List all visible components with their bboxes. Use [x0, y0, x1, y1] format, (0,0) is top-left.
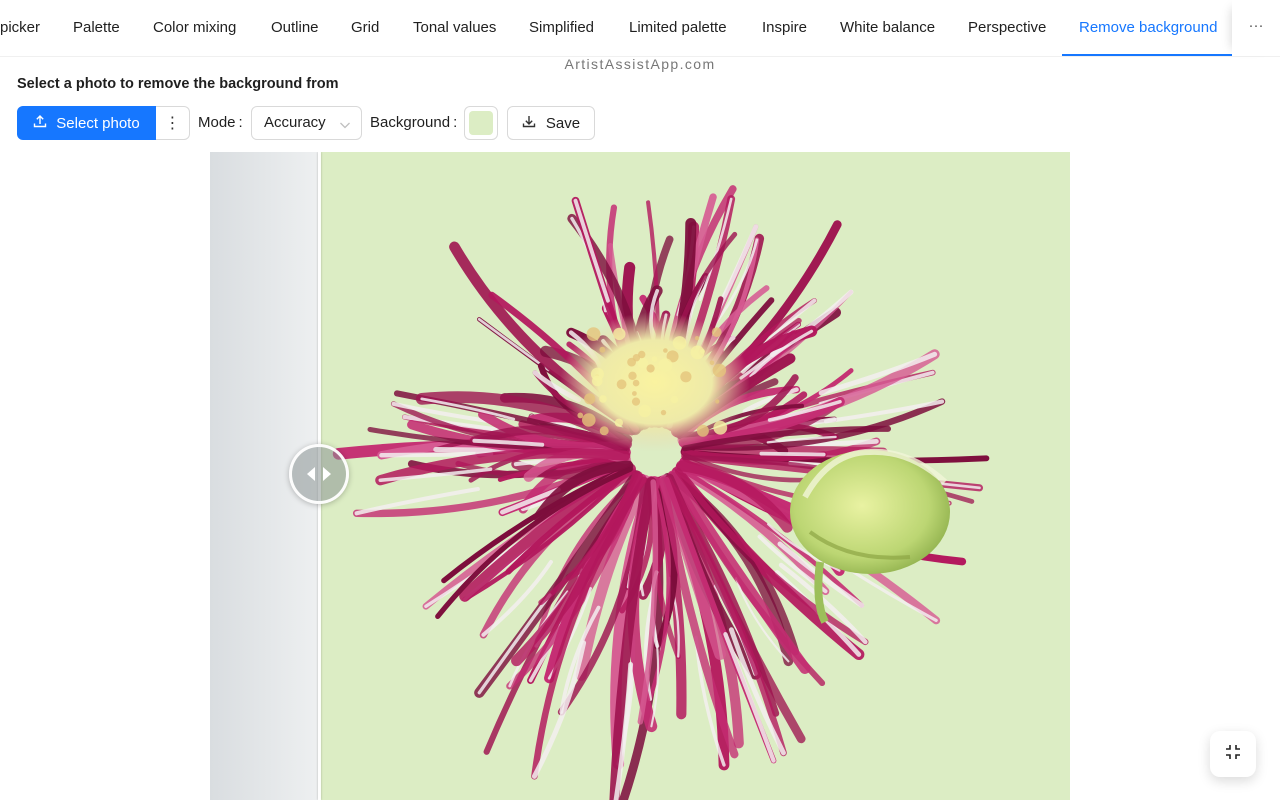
tab-tonal-values[interactable]: Tonal values	[413, 0, 496, 56]
mode-label: Mode:	[198, 114, 243, 131]
tab-remove-background[interactable]: Remove background	[1079, 0, 1217, 56]
background-color-picker[interactable]	[464, 106, 498, 140]
tab-perspective[interactable]: Perspective	[968, 0, 1046, 56]
exit-fullscreen-button[interactable]	[1210, 731, 1256, 777]
tab-grid[interactable]: Grid	[351, 0, 379, 56]
more-tabs-button[interactable]: ···	[1232, 0, 1280, 56]
tab-white-balance[interactable]: White balance	[840, 0, 935, 56]
tab-outline[interactable]: Outline	[271, 0, 319, 56]
select-photo-label: Select photo	[56, 114, 140, 132]
mode-value: Accuracy	[264, 114, 326, 131]
page-heading: Select a photo to remove the background …	[17, 76, 339, 92]
tab-color-mixing[interactable]: Color mixing	[153, 0, 236, 56]
fullscreen-exit-icon	[1224, 743, 1242, 766]
download-icon	[522, 114, 536, 132]
photo-options-button[interactable]: ⋮	[156, 106, 190, 140]
background-label: Background:	[370, 114, 458, 131]
chevron-down-icon	[339, 118, 351, 136]
save-label: Save	[545, 114, 581, 132]
tab-color-picker[interactable]: picker	[0, 0, 40, 56]
tab-bar: picker Palette Color mixing Outline Grid…	[0, 0, 1280, 57]
tab-palette[interactable]: Palette	[73, 0, 120, 56]
background-color-swatch	[469, 111, 493, 135]
tab-simplified[interactable]: Simplified	[529, 0, 594, 56]
mode-select[interactable]: Accuracy	[251, 106, 362, 140]
save-button[interactable]: Save	[507, 106, 595, 140]
watermark: ArtistAssistApp.com	[564, 56, 716, 72]
select-photo-group: Select photo ⋮	[17, 106, 190, 140]
comparison-slider-handle[interactable]	[289, 444, 349, 504]
image-comparison-viewer[interactable]	[210, 152, 1070, 800]
select-photo-button[interactable]: Select photo	[17, 106, 156, 140]
tab-inspire[interactable]: Inspire	[762, 0, 807, 56]
upload-icon	[33, 114, 47, 132]
tab-limited-palette[interactable]: Limited palette	[629, 0, 727, 56]
